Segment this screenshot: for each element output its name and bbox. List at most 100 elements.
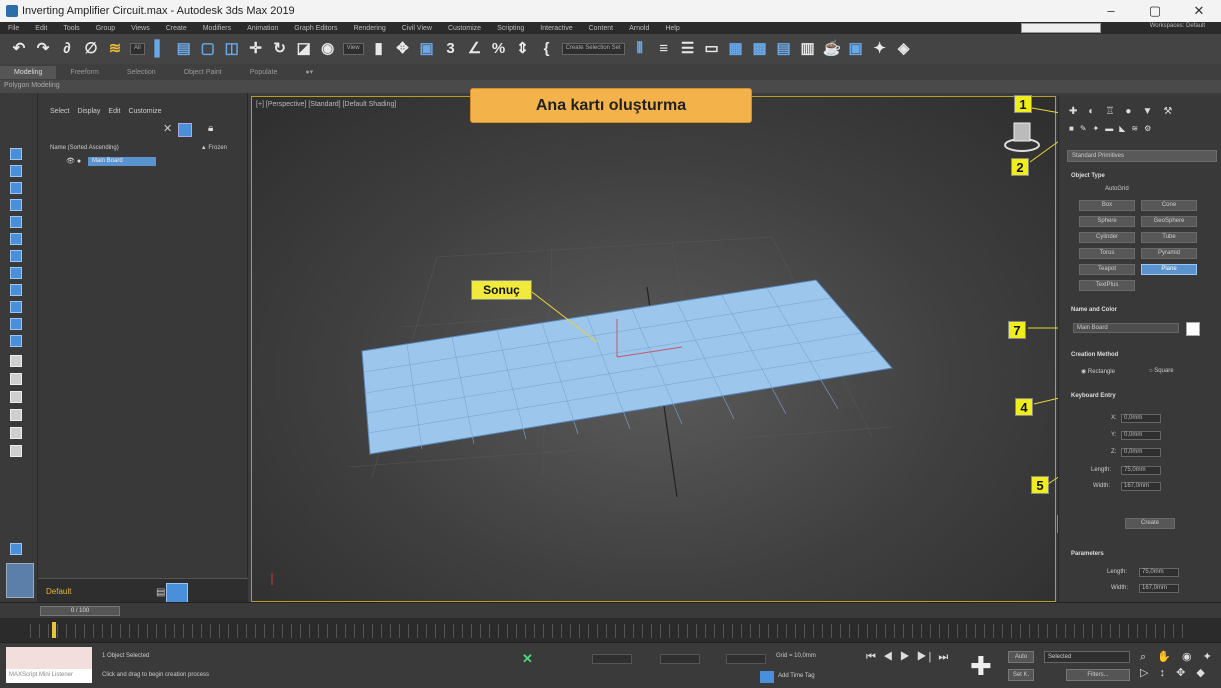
window-crossing-icon[interactable]: ◫: [223, 40, 241, 58]
spacewarps-icon[interactable]: ≋: [1131, 124, 1138, 133]
explorer-tab-edit[interactable]: Edit: [108, 108, 120, 115]
render-iterative-icon[interactable]: ✦: [871, 40, 889, 58]
menu-arnold[interactable]: Arnold: [621, 25, 657, 32]
menu-civil-view[interactable]: Civil View: [394, 25, 440, 32]
utilities-tab-icon[interactable]: ⚒: [1163, 106, 1172, 117]
geometry-icon[interactable]: ■: [1069, 124, 1074, 133]
display-none-icon[interactable]: [10, 148, 22, 160]
filter-toggle-icon[interactable]: [178, 123, 192, 137]
filter-spacewarps-icon[interactable]: [10, 284, 22, 296]
reference-coord-dropdown[interactable]: View: [342, 43, 364, 55]
signin-box[interactable]: [1021, 23, 1101, 33]
sphere-button[interactable]: Sphere: [1079, 216, 1135, 227]
percent-snap-icon[interactable]: %: [490, 40, 508, 58]
mirror-icon[interactable]: ⫴: [631, 40, 649, 58]
layers-icon[interactable]: ▤: [156, 587, 165, 598]
time-slider[interactable]: 0 / 100: [0, 602, 1221, 618]
x-coord-field[interactable]: [592, 654, 632, 664]
select-by-name-icon[interactable]: ▤: [175, 40, 193, 58]
close-button[interactable]: ✕: [1177, 0, 1221, 22]
filter-funnel-icon[interactable]: [10, 427, 22, 439]
modify-tab-icon[interactable]: ◐: [1088, 106, 1094, 117]
time-slider-thumb[interactable]: 0 / 100: [40, 606, 120, 616]
z-coord-field[interactable]: [726, 654, 766, 664]
link-icon[interactable]: ∂: [58, 40, 76, 58]
track-bar[interactable]: [0, 618, 1221, 642]
render-production-icon[interactable]: ▣: [847, 40, 865, 58]
tab-freeform[interactable]: Freeform: [56, 69, 112, 76]
cameras-icon[interactable]: ▬: [1105, 124, 1113, 133]
explorer-tab-display[interactable]: Display: [77, 108, 100, 115]
explorer-tab-customize[interactable]: Customize: [128, 108, 161, 115]
menu-edit[interactable]: Edit: [27, 25, 55, 32]
geosphere-button[interactable]: GeoSphere: [1141, 216, 1197, 227]
curve-editor-icon[interactable]: ▦: [727, 40, 745, 58]
pivot-icon[interactable]: ▮: [370, 40, 388, 58]
menu-graph-editors[interactable]: Graph Editors: [286, 25, 345, 32]
filter-helpers-icon[interactable]: [10, 267, 22, 279]
systems-icon[interactable]: ⚙: [1144, 124, 1151, 133]
cone-button[interactable]: Cone: [1141, 200, 1197, 211]
lights-icon[interactable]: ✦: [1093, 124, 1100, 133]
filter-frozen-icon[interactable]: [10, 373, 22, 385]
tab-modeling[interactable]: Modeling: [0, 65, 57, 79]
explorer-tab-select[interactable]: Select: [50, 108, 69, 115]
filter-cameras-icon[interactable]: [10, 250, 22, 262]
tube-button[interactable]: Tube: [1141, 232, 1197, 243]
render-setup-icon[interactable]: ▥: [799, 40, 817, 58]
toggle-ribbon-icon[interactable]: ▭: [703, 40, 721, 58]
named-selection-set-dropdown[interactable]: Create Selection Set: [561, 43, 625, 55]
a360-icon[interactable]: ◈: [895, 40, 913, 58]
menu-animation[interactable]: Animation: [239, 25, 286, 32]
length-spinner[interactable]: 75,0mm: [1121, 466, 1161, 475]
keyboard-entry-rollout[interactable]: Keyboard Entry: [1067, 390, 1217, 402]
invert-display-icon[interactable]: [10, 182, 22, 194]
parameters-rollout[interactable]: Parameters: [1067, 548, 1217, 560]
align-icon[interactable]: ≡: [655, 40, 673, 58]
primitive-category-dropdown[interactable]: Standard Primitives: [1067, 150, 1217, 162]
scale-icon[interactable]: ◪: [295, 40, 313, 58]
name-column-header[interactable]: Name (Sorted Ascending): [50, 145, 119, 151]
angle-snap-icon[interactable]: ∠: [466, 40, 484, 58]
maxscript-input[interactable]: MAXScript Mini Listener: [6, 669, 92, 683]
playhead[interactable]: [52, 622, 56, 638]
place-icon[interactable]: ◉: [319, 40, 337, 58]
redo-icon[interactable]: ↷: [34, 40, 52, 58]
teapot-button[interactable]: Teapot: [1079, 264, 1135, 275]
layer-explorer-icon[interactable]: ☰: [679, 40, 697, 58]
object-type-rollout[interactable]: Object Type: [1067, 170, 1217, 182]
name-color-rollout[interactable]: Name and Color: [1067, 304, 1217, 316]
menu-customize[interactable]: Customize: [440, 25, 489, 32]
square-radio[interactable]: ○ Square: [1149, 368, 1174, 374]
select-manipulate-icon[interactable]: ✥: [394, 40, 412, 58]
tab-object-paint[interactable]: Object Paint: [170, 69, 236, 76]
y-spinner[interactable]: 0,0mm: [1121, 431, 1161, 440]
param-length-spinner[interactable]: 75,0mm: [1139, 568, 1179, 577]
shapes-icon[interactable]: ✎: [1080, 124, 1087, 133]
ribbon-options-icon[interactable]: ●▾: [291, 68, 327, 76]
expand-icon[interactable]: [10, 543, 22, 555]
lock-icon[interactable]: 🔒︎: [208, 123, 213, 134]
list-item-main-board[interactable]: Main Board: [88, 157, 156, 166]
x-spinner[interactable]: 0,0mm: [1121, 414, 1161, 423]
maximize-button[interactable]: ▢: [1133, 0, 1177, 22]
visibility-eye-icon[interactable]: 👁︎ ●: [66, 157, 81, 165]
edit-named-sets-icon[interactable]: {: [538, 40, 556, 58]
menu-rendering[interactable]: Rendering: [345, 25, 393, 32]
key-filters-button[interactable]: Filters...: [1066, 669, 1130, 681]
filter-hidden-icon[interactable]: [10, 391, 22, 403]
find-icon[interactable]: [10, 409, 22, 421]
undo-icon[interactable]: ↶: [10, 40, 28, 58]
render-frame-icon[interactable]: ☕: [823, 40, 842, 58]
menu-modifiers[interactable]: Modifiers: [195, 25, 239, 32]
menu-content[interactable]: Content: [581, 25, 622, 32]
filter-lights-icon[interactable]: [10, 233, 22, 245]
y-coord-field[interactable]: [660, 654, 700, 664]
textplus-button[interactable]: TextPlus: [1079, 280, 1135, 291]
menu-file[interactable]: File: [0, 25, 27, 32]
material-editor-icon[interactable]: ▤: [775, 40, 793, 58]
unlink-icon[interactable]: ∅: [82, 40, 100, 58]
workspaces-dropdown[interactable]: Workspaces: Default: [1150, 23, 1205, 29]
minimize-button[interactable]: –: [1089, 0, 1133, 22]
filter-groups-icon[interactable]: [10, 301, 22, 313]
